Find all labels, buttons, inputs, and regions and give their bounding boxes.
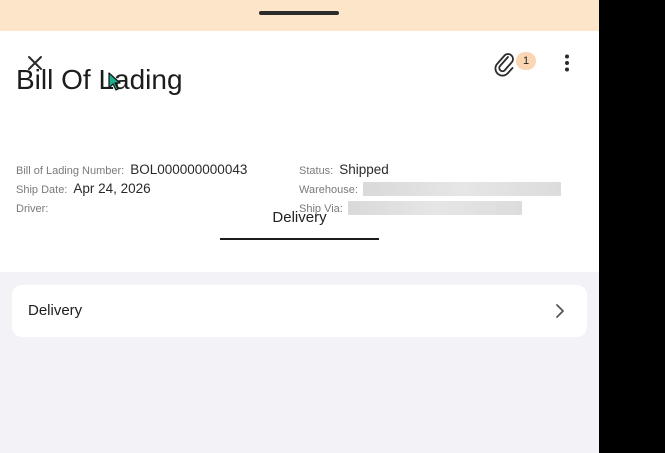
paperclip-icon <box>494 53 514 77</box>
tab-delivery[interactable]: Delivery <box>220 203 379 241</box>
warehouse-value-redacted <box>363 181 562 196</box>
mouse-cursor-icon <box>108 72 121 91</box>
ship-date-field: Ship Date: Apr 24, 2026 <box>16 180 151 199</box>
warehouse-field: Warehouse: <box>299 180 562 199</box>
bol-number-label: Bill of Lading Number: <box>16 165 125 177</box>
driver-field: Driver: <box>16 199 54 218</box>
drag-handle[interactable] <box>259 11 339 15</box>
bol-number-value: BOL000000000043 <box>130 162 248 177</box>
status-field: Status: Shipped <box>299 161 389 180</box>
top-bar <box>0 0 599 31</box>
delivery-section-label: Delivery <box>28 302 83 319</box>
more-vertical-icon <box>565 54 569 72</box>
status-label: Status: <box>299 165 334 177</box>
tab-selected-indicator <box>220 238 379 240</box>
attachments-button[interactable]: 1 <box>492 49 542 79</box>
chevron-right-icon <box>556 304 564 318</box>
delivery-section-card[interactable]: Delivery <box>12 285 587 337</box>
more-options-button[interactable] <box>555 48 579 78</box>
ship-date-label: Ship Date: <box>16 184 68 196</box>
page-title: Bill Of Lading <box>16 64 183 95</box>
attachment-count-badge: 1 <box>516 52 536 70</box>
driver-label: Driver: <box>16 203 49 215</box>
bill-of-lading-screen: 1 Bill Of Lading Bill of Lading Number: B… <box>0 0 599 453</box>
status-value: Shipped <box>339 162 389 177</box>
bol-number-field: Bill of Lading Number: BOL000000000043 <box>16 161 247 180</box>
ship-date-value: Apr 24, 2026 <box>73 181 151 196</box>
warehouse-label: Warehouse: <box>299 184 358 196</box>
